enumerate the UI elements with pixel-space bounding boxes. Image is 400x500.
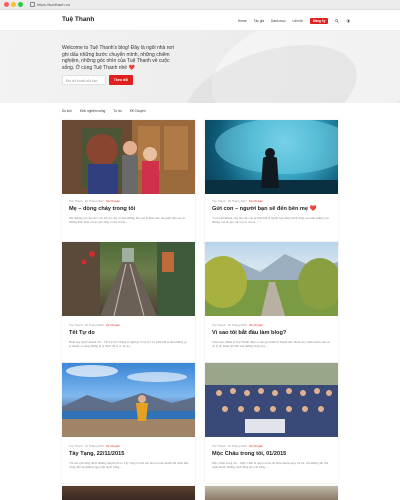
post-meta: Tuệ Thanh · 20 Tháng 2016 · Kể Chuyện — [212, 323, 263, 327]
tag-travel[interactable]: Du lịch — [62, 109, 72, 113]
heart-icon: ❤️ — [309, 206, 317, 212]
nav-contact[interactable]: Liên hệ — [293, 19, 303, 23]
post-card[interactable]: Tuệ Thanh · 20 Tháng 2016 · Kể Chuyện Vì… — [205, 242, 338, 362]
post-excerpt: Chào bạn, Mình là Tuệ Thanh. Bạn có thể … — [212, 340, 330, 349]
post-thumbnail[interactable] — [62, 486, 195, 500]
family-photo-image — [62, 120, 195, 194]
post-author[interactable]: Tuệ Thanh — [212, 199, 225, 203]
post-date: 20 Tháng 2016 — [227, 323, 247, 327]
post-category[interactable]: Kể Chuyện — [106, 199, 120, 203]
post-card[interactable]: Tuệ Thanh · 15 Tháng 2017 · Kể Chuyện Gử… — [205, 120, 338, 244]
theme-toggle-icon[interactable] — [346, 19, 350, 23]
post-meta: Tuệ Thanh · 20 Tháng 2016 · Kể Chuyện — [69, 323, 120, 327]
nav-home[interactable]: Home — [238, 19, 247, 23]
post-author[interactable]: Tuệ Thanh — [69, 323, 82, 327]
post-thumbnail[interactable] — [62, 363, 195, 437]
post-excerpt: Mộc Châu trong tôi… Mộc Châu là một nơi … — [212, 461, 329, 470]
heart-icon: ❤️ — [128, 64, 135, 71]
post-date: 01 Tháng 2015 — [227, 444, 247, 448]
post-category[interactable]: Kể Chuyện — [106, 444, 120, 448]
post-author[interactable]: Tuệ Thanh — [69, 199, 82, 203]
road-landscape-photo-image — [205, 254, 338, 316]
hero-banner: Welcome to Tuệ Thanh's blog! Đây là ngôi… — [0, 31, 400, 103]
post-date: 22 Tháng 2017 — [84, 199, 104, 203]
subscribe-button[interactable]: Theo dõi — [109, 75, 133, 85]
post-category[interactable]: Kể Chuyện — [249, 444, 263, 448]
post-card[interactable]: Tuệ Thanh · 22 Tháng 2017 · Kể Chuyện Mẹ… — [62, 120, 195, 244]
post-date: 20 Tháng 2016 — [84, 323, 104, 327]
post-category[interactable]: Kể Chuyện — [249, 323, 263, 327]
post-title[interactable]: Vì sao tôi bắt đầu làm blog? — [212, 330, 286, 336]
email-input[interactable]: Địa chỉ email của bạn — [62, 75, 106, 85]
post-excerpt: "Con biết không, cha mẹ của con sẽ mãi m… — [212, 216, 329, 225]
group-photo-image — [205, 363, 338, 437]
post-title[interactable]: Tết Tự do — [69, 330, 95, 336]
post-date: 21 Tháng 2015 — [84, 444, 104, 448]
post-meta: Tuệ Thanh · 21 Tháng 2015 · Kể Chuyện — [69, 444, 120, 448]
browser-chrome: https://tuethanh.vn — [0, 0, 400, 10]
tibet-lake-photo-image — [62, 365, 195, 437]
post-meta: Tuệ Thanh · 15 Tháng 2017 · Kể Chuyện — [212, 199, 263, 203]
signup-button[interactable]: Đăng ký — [309, 18, 329, 24]
lock-icon — [30, 2, 35, 8]
hero-welcome-text: Welcome to Tuệ Thanh's blog! Đây là ngôi… — [62, 45, 174, 71]
post-title[interactable]: Mẹ – dòng chảy trong tôi — [69, 206, 135, 212]
post-thumbnail[interactable] — [205, 486, 338, 500]
tag-freedom[interactable]: Tự do — [113, 109, 122, 113]
post-thumbnail[interactable] — [62, 120, 195, 194]
main-nav: Home Tác giả Danh mục Liên hệ Đăng ký — [238, 18, 350, 24]
post-card[interactable] — [205, 486, 338, 500]
post-thumbnail[interactable] — [62, 242, 195, 316]
post-author[interactable]: Tuệ Thanh — [212, 323, 225, 327]
post-title[interactable]: Tây Tạng, 22/11/2015 — [69, 451, 124, 457]
nav-categories[interactable]: Danh mục — [271, 19, 286, 23]
tag-filter-bar: Du lịch Kinh nghiệm sống Tự do Kể Chuyện — [62, 109, 146, 113]
site-logo[interactable]: Tuệ Thanh — [62, 16, 94, 23]
post-category[interactable]: Kể Chuyện — [249, 199, 263, 203]
minimize-window-button[interactable] — [11, 2, 16, 7]
url-text: https://tuethanh.vn — [37, 2, 70, 7]
nav-author[interactable]: Tác giả — [254, 19, 264, 23]
post-card[interactable]: Tuệ Thanh · 21 Tháng 2015 · Kể Chuyện Tâ… — [62, 363, 195, 483]
post-thumbnail[interactable] — [205, 120, 338, 194]
close-window-button[interactable] — [4, 2, 9, 7]
post-meta: Tuệ Thanh · 01 Tháng 2015 · Kể Chuyện — [212, 444, 263, 448]
post-date: 15 Tháng 2017 — [227, 199, 247, 203]
post-category[interactable]: Kể Chuyện — [106, 323, 120, 327]
tag-life-experience[interactable]: Kinh nghiệm sống — [80, 109, 106, 113]
post-thumbnail[interactable] — [205, 242, 338, 316]
post-thumbnail[interactable] — [205, 363, 338, 437]
post-title[interactable]: Gửi con – người bạn sẽ đến bên mẹ ❤️ — [212, 206, 317, 212]
search-icon[interactable] — [335, 19, 340, 23]
maximize-window-button[interactable] — [18, 2, 23, 7]
post-excerpt: Hôm nay Quốc khánh 2/9 – Tết Tự do! Chún… — [69, 340, 187, 349]
address-bar[interactable]: https://tuethanh.vn — [30, 1, 70, 8]
browser-window: https://tuethanh.vn Tuệ Thanh Home Tác g… — [0, 0, 400, 500]
post-title[interactable]: Mộc Châu trong tôi, 01/2015 — [212, 451, 286, 457]
railway-street-photo-image — [62, 242, 195, 316]
post-author[interactable]: Tuệ Thanh — [212, 444, 225, 448]
post-author[interactable]: Tuệ Thanh — [69, 444, 82, 448]
post-excerpt: Mẹ thương tôi của tôi! Con lớn rồi, mẹ c… — [69, 216, 186, 225]
post-card[interactable] — [62, 486, 195, 500]
post-card[interactable]: Tuệ Thanh · 20 Tháng 2016 · Kể Chuyện Tế… — [62, 242, 195, 362]
aquarium-photo-image — [205, 120, 338, 194]
post-meta: Tuệ Thanh · 22 Tháng 2017 · Kể Chuyện — [69, 199, 120, 203]
post-excerpt: Tôi bao giờ cũng thích những chuyến đi x… — [69, 461, 189, 470]
post-card[interactable]: Tuệ Thanh · 01 Tháng 2015 · Kể Chuyện Mộ… — [205, 363, 338, 483]
site-header: Tuệ Thanh Home Tác giả Danh mục Liên hệ … — [0, 10, 400, 31]
tag-stories[interactable]: Kể Chuyện — [130, 109, 146, 113]
